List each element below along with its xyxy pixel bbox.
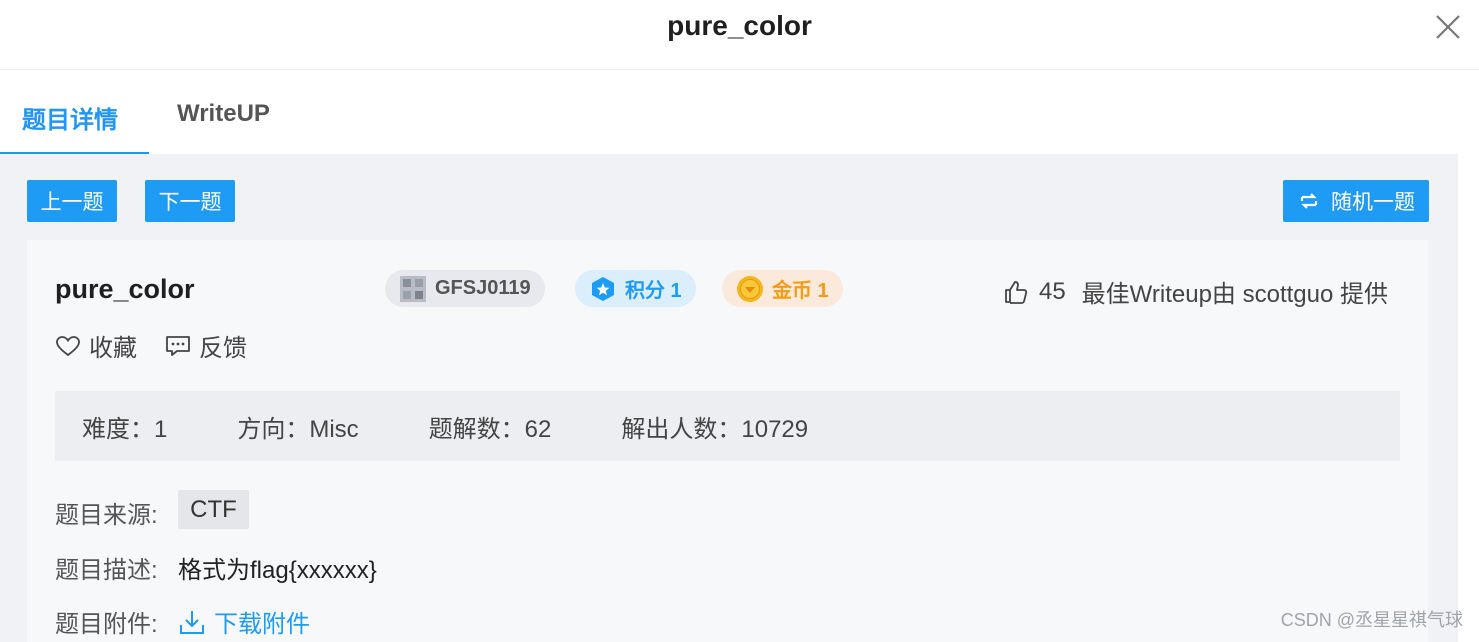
source-label: 题目来源: [55, 502, 158, 529]
download-label: 下载附件 [214, 611, 310, 638]
problem-id-badge: GFSJ0119 [385, 270, 545, 307]
coin-value: 金币 1 [772, 280, 829, 302]
favorite-button[interactable]: 收藏 [55, 328, 137, 363]
thumbs-up-icon[interactable] [1003, 279, 1029, 305]
tab-bar: 题目详情 WriteUP [0, 70, 1479, 155]
next-problem-button[interactable]: 下一题 [145, 180, 235, 222]
problem-actions: 收藏 反馈 [55, 328, 275, 363]
feedback-icon [166, 335, 190, 356]
random-problem-label: 随机一题 [1331, 191, 1415, 214]
coin-badge: 金币 1 [722, 270, 843, 307]
description-label: 题目描述: [55, 557, 158, 584]
difficulty-stat: 难度：1 [82, 415, 168, 443]
random-problem-button[interactable]: 随机一题 [1283, 180, 1429, 222]
download-attachment-link[interactable]: 下载附件 [178, 604, 310, 639]
description-text: 格式为flag{xxxxxx} [178, 557, 377, 584]
feedback-label: 反馈 [199, 335, 247, 362]
score-value: 积分 1 [625, 280, 682, 302]
modal-header: pure_color [0, 0, 1479, 70]
solvers-stat: 解出人数：10729 [621, 415, 809, 443]
content-area: 上一题 下一题 随机一题 pure_color GFSJ0119 积分 1 金币… [0, 154, 1458, 642]
problem-card: pure_color GFSJ0119 积分 1 金币 1 45 最佳Write… [27, 240, 1428, 642]
modal-title: pure_color [667, 10, 812, 41]
coin-icon [737, 275, 763, 302]
tab-problem-details[interactable]: 题目详情 [22, 100, 118, 135]
problem-id: GFSJ0119 [435, 277, 531, 299]
tab-writeup[interactable]: WriteUP [177, 100, 270, 128]
prev-problem-button[interactable]: 上一题 [27, 180, 117, 222]
problem-stats: 难度：1 方向：Misc 题解数：62 解出人数：10729 [55, 391, 1400, 461]
problem-title: pure_color [55, 274, 195, 304]
qr-avatar-icon [400, 275, 426, 302]
download-icon [180, 610, 204, 634]
heart-icon [56, 335, 80, 356]
solutions-stat: 题解数：62 [428, 415, 552, 443]
shuffle-icon [1300, 193, 1318, 209]
writeup-credit: 最佳Writeup由 scottguo 提供 [1081, 281, 1388, 308]
likes-count: 45 [1038, 277, 1066, 305]
watermark: CSDN @丞星星祺气球 [1280, 610, 1463, 630]
score-star-icon [592, 276, 614, 301]
close-icon[interactable] [1433, 12, 1463, 42]
likes-info: 45 最佳Writeup由 scottguo 提供 [1003, 274, 1388, 309]
feedback-button[interactable]: 反馈 [165, 328, 247, 363]
score-badge: 积分 1 [575, 270, 696, 307]
attachment-label: 题目附件: [55, 611, 158, 638]
direction-stat: 方向：Misc [237, 415, 359, 443]
favorite-label: 收藏 [89, 335, 137, 362]
source-tag: CTF [178, 490, 249, 529]
